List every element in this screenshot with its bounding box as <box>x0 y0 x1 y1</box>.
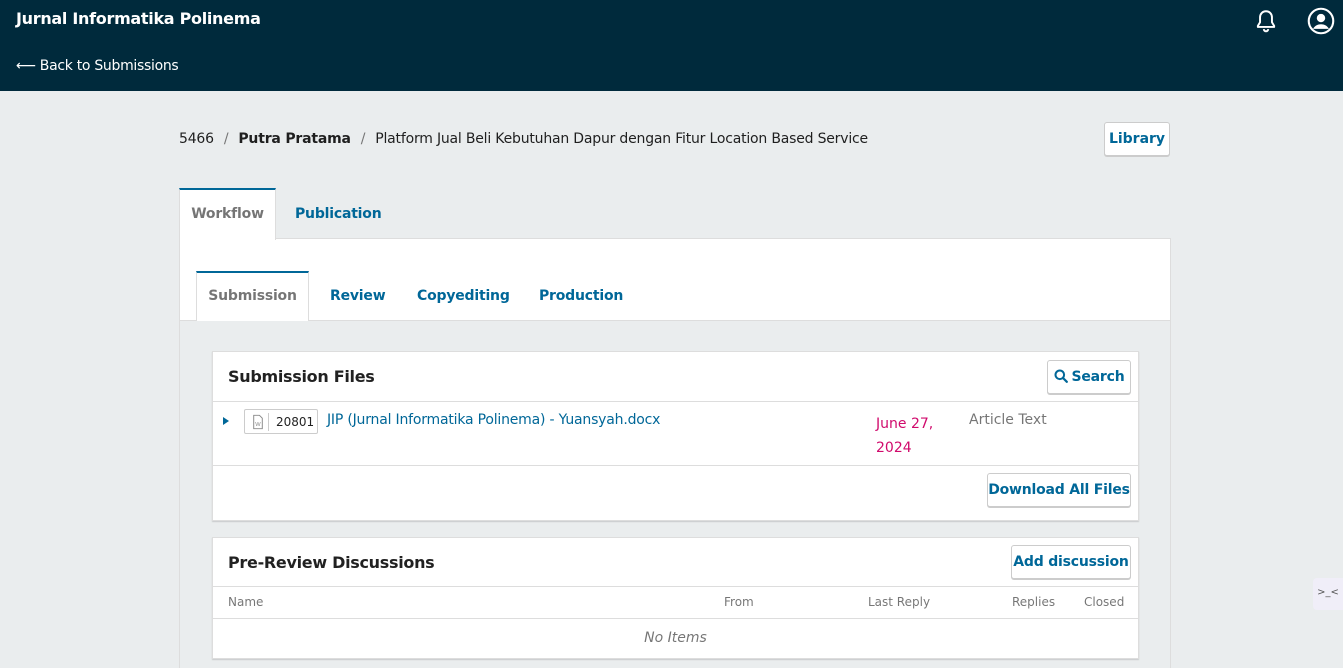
site-title[interactable]: Jurnal Informatika Polinema <box>16 9 261 28</box>
expand-row-icon[interactable] <box>223 417 229 425</box>
file-id-badge: W 20801 <box>244 409 318 434</box>
column-header-name: Name <box>228 595 264 609</box>
discussions-title: Pre-Review Discussions <box>228 553 435 572</box>
file-date-line2: 2024 <box>876 440 912 456</box>
column-header-last-reply: Last Reply <box>868 595 931 609</box>
empty-state-text: No Items <box>644 630 707 646</box>
file-type: Article Text <box>969 412 1047 428</box>
file-id: 20801 <box>276 415 315 429</box>
tab-review[interactable]: Review <box>330 288 386 304</box>
back-arrow-icon: ⟵ <box>16 58 36 74</box>
add-discussion-button[interactable]: Add discussion <box>1011 545 1131 579</box>
user-account-icon[interactable] <box>1307 7 1335 35</box>
file-date: June 27, 2024 <box>876 412 946 460</box>
library-button[interactable]: Library <box>1104 122 1170 156</box>
download-all-files-button[interactable]: Download All Files <box>987 473 1131 507</box>
file-date-line1: June 27, <box>876 416 934 432</box>
tab-workflow[interactable]: Workflow <box>179 188 276 240</box>
divider <box>213 586 1138 587</box>
submission-id: 5466 <box>179 131 214 147</box>
back-link-label: Back to Submissions <box>39 58 179 74</box>
submission-title: Platform Jual Beli Kebutuhan Dapur denga… <box>375 131 868 147</box>
divider <box>213 401 1138 402</box>
search-button-label: Search <box>1071 369 1125 385</box>
back-to-submissions-link[interactable]: ⟵ Back to Submissions <box>16 58 179 74</box>
search-button[interactable]: Search <box>1047 360 1131 394</box>
tab-publication[interactable]: Publication <box>295 206 382 222</box>
svg-text:W: W <box>255 422 261 428</box>
site-header: Jurnal Informatika Polinema ⟵ Back to Sub… <box>0 0 1343 91</box>
tab-production[interactable]: Production <box>539 288 623 304</box>
search-icon <box>1054 369 1068 383</box>
submission-files-title: Submission Files <box>228 367 375 386</box>
tab-copyediting[interactable]: Copyediting <box>417 288 510 304</box>
file-name-link[interactable]: JIP (Jurnal Informatika Polinema) - Yuan… <box>327 412 660 428</box>
bell-icon[interactable] <box>1253 8 1279 34</box>
column-header-from: From <box>724 595 754 609</box>
column-header-replies: Replies <box>1012 595 1056 609</box>
breadcrumb-separator: / <box>223 131 229 147</box>
column-header-closed: Closed <box>1084 595 1125 609</box>
tab-submission[interactable]: Submission <box>196 271 309 321</box>
divider <box>213 618 1138 619</box>
word-document-icon: W <box>253 413 269 431</box>
breadcrumb: 5466 / Putra Pratama / Platform Jual Beli Ke… <box>179 131 868 147</box>
help-tab[interactable]: >_< <box>1313 578 1343 610</box>
pre-review-discussions-panel: Pre-Review Discussions Add discussion Na… <box>212 537 1139 659</box>
breadcrumb-separator: / <box>360 131 366 147</box>
submission-author: Putra Pratama <box>238 131 351 147</box>
divider <box>213 465 1138 466</box>
submission-files-panel: Submission Files Search W 20801 JIP (Jur… <box>212 351 1139 521</box>
